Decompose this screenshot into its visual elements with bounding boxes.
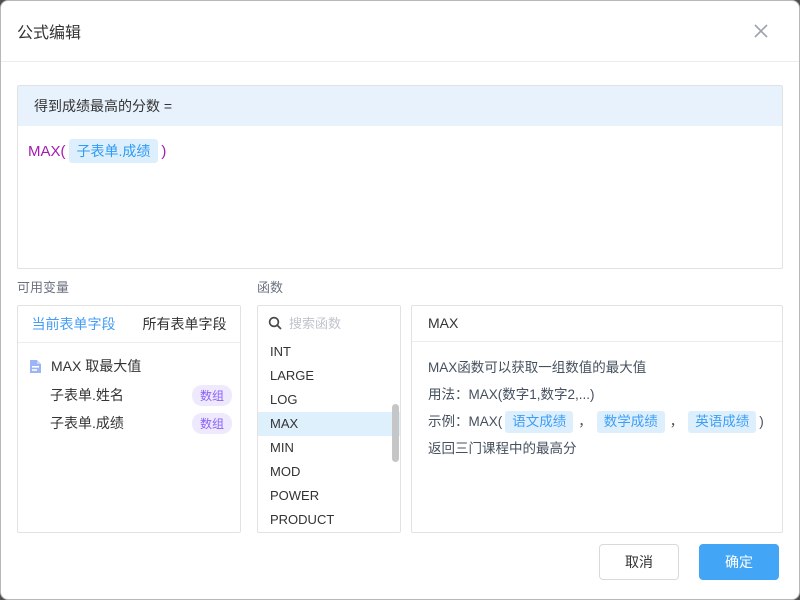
variable-row[interactable]: 子表单.姓名 数组: [18, 381, 240, 409]
confirm-button[interactable]: 确定: [699, 544, 779, 580]
variables-section-label: 可用变量: [17, 277, 241, 305]
scrollbar-thumb[interactable]: [392, 404, 399, 462]
function-list-item[interactable]: PRODUCT: [258, 508, 400, 532]
search-icon: [268, 316, 282, 330]
variable-label: 子表单.成绩: [50, 413, 124, 433]
variables-column: 可用变量 当前表单字段 所有表单字段: [17, 277, 241, 533]
detail-spacer-label: [411, 277, 783, 305]
array-type-badge: 数组: [192, 413, 232, 434]
function-description: MAX函数可以获取一组数值的最大值: [428, 354, 766, 381]
dialog-footer: 取消 确定: [599, 544, 779, 580]
functions-section-label: 函数: [257, 277, 401, 305]
function-detail-panel: MAX MAX函数可以获取一组数值的最大值 用法：MAX(数字1,数字2,...…: [411, 305, 783, 533]
example-separator: ，: [670, 414, 684, 429]
dialog-title: 公式编辑: [17, 19, 81, 43]
panels-row: 可用变量 当前表单字段 所有表单字段: [17, 277, 783, 533]
example-field-chip: 语文成绩: [505, 411, 573, 433]
variable-group-label: MAX 取最大值: [51, 356, 141, 376]
close-icon[interactable]: [747, 17, 775, 45]
formula-box: 得到成绩最高的分数 = MAX(子表单.成绩): [17, 85, 783, 269]
function-list-item[interactable]: LOG: [258, 388, 400, 412]
function-usage: 用法：MAX(数字1,数字2,...): [428, 381, 766, 408]
function-search-row: [258, 306, 400, 340]
function-list-item[interactable]: LARGE: [258, 364, 400, 388]
variable-label: 子表单.姓名: [50, 385, 124, 405]
array-type-badge: 数组: [192, 385, 232, 406]
cancel-button[interactable]: 取消: [599, 544, 679, 580]
tab-current-form-fields[interactable]: 当前表单字段: [18, 306, 129, 342]
formula-function-name: MAX: [28, 143, 61, 160]
example-field-chip: 数学成绩: [597, 411, 665, 433]
function-example: 示例：MAX(语文成绩，数学成绩，英语成绩)返回三门课程中的最高分: [428, 408, 766, 462]
functions-panel: INT LARGE LOG MAX MIN MOD POWER PRODUCT: [257, 305, 401, 533]
function-list-item[interactable]: MIN: [258, 436, 400, 460]
function-list: INT LARGE LOG MAX MIN MOD POWER PRODUCT: [258, 340, 400, 532]
function-list-item[interactable]: POWER: [258, 484, 400, 508]
example-field-chip: 英语成绩: [688, 411, 756, 433]
tab-all-form-fields[interactable]: 所有表单字段: [129, 306, 240, 342]
formula-close-paren: ): [161, 143, 166, 160]
function-list-item-selected[interactable]: MAX: [258, 412, 400, 436]
variable-group-row[interactable]: MAX 取最大值: [18, 351, 240, 381]
formula-result-label: 得到成绩最高的分数 =: [18, 86, 782, 126]
formula-argument-chip[interactable]: 子表单.成绩: [69, 139, 159, 163]
variable-row[interactable]: 子表单.成绩 数组: [18, 409, 240, 437]
document-icon: [28, 359, 43, 374]
function-list-item[interactable]: INT: [258, 340, 400, 364]
variables-list: MAX 取最大值 子表单.姓名 数组 子表单.成绩 数组: [18, 343, 240, 437]
function-detail-column: MAX MAX函数可以获取一组数值的最大值 用法：MAX(数字1,数字2,...…: [411, 277, 783, 533]
function-search-input[interactable]: [289, 316, 390, 331]
function-detail-name: MAX: [412, 306, 782, 342]
function-detail-body: MAX函数可以获取一组数值的最大值 用法：MAX(数字1,数字2,...) 示例…: [412, 342, 782, 474]
functions-column: 函数 INT LARGE LOG MAX MIN MOD POWER: [257, 277, 401, 533]
dialog-titlebar: 公式编辑: [1, 1, 799, 62]
example-prefix: 示例：MAX(: [428, 414, 502, 429]
function-list-item[interactable]: MOD: [258, 460, 400, 484]
formula-open-paren: (: [61, 143, 66, 160]
formula-input[interactable]: MAX(子表单.成绩): [18, 126, 782, 272]
variables-panel: 当前表单字段 所有表单字段 MAX 取最大值: [17, 305, 241, 533]
variables-tabs: 当前表单字段 所有表单字段: [18, 306, 240, 343]
formula-editor-dialog: 公式编辑 得到成绩最高的分数 = MAX(子表单.成绩) 可用变量 当前表单字段…: [0, 0, 800, 600]
example-separator: ，: [578, 414, 592, 429]
